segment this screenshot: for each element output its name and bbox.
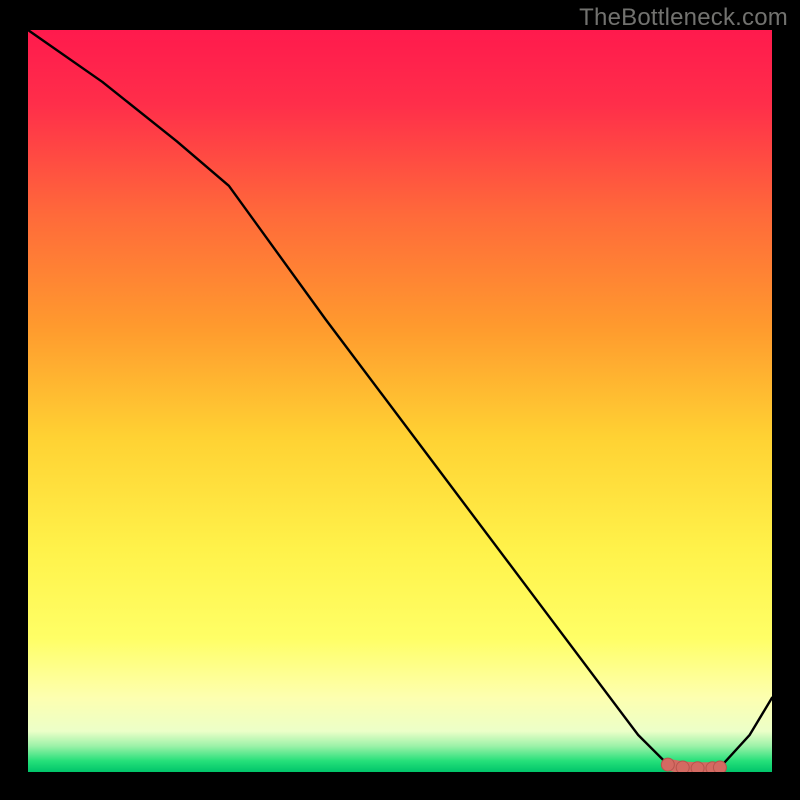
plot-area — [28, 30, 772, 772]
sweet-spot-dots — [661, 758, 726, 772]
chart-overlay — [28, 30, 772, 772]
watermark-text: TheBottleneck.com — [579, 4, 788, 32]
chart-frame: TheBottleneck.com — [0, 0, 800, 800]
bottleneck-curve — [28, 30, 772, 768]
